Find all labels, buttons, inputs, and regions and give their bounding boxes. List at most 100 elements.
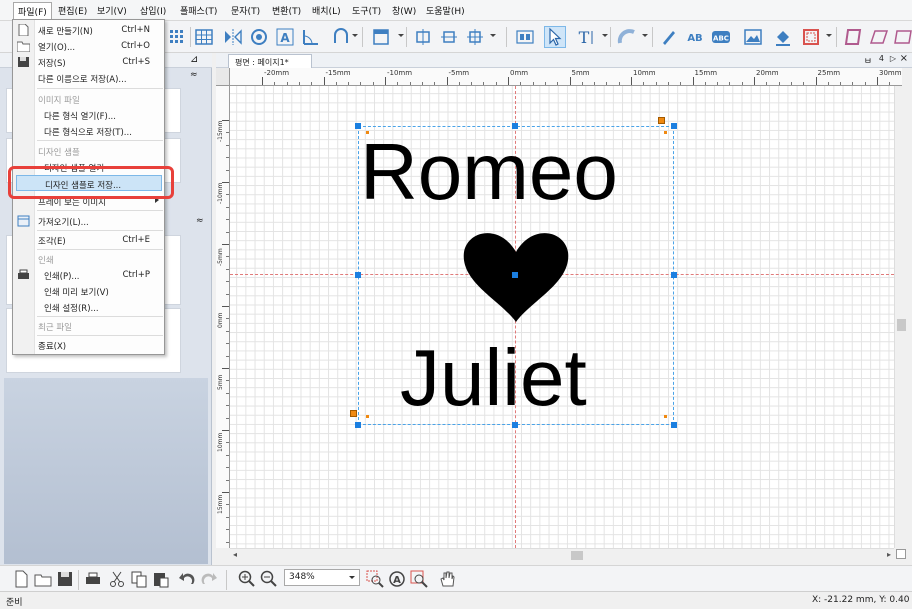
rotate-handle-top[interactable] [658,117,665,124]
group-icon[interactable] [514,26,536,48]
arc-text-icon[interactable] [616,26,638,48]
menu-group-print: 인쇄 [38,256,54,266]
shape-rect-icon[interactable] [842,26,864,48]
ruler-tick [323,77,325,85]
resize-handle-br[interactable] [671,422,677,428]
grid-dots-icon[interactable] [166,26,188,48]
align-center-icon[interactable] [412,26,434,48]
cut-icon[interactable] [106,568,128,590]
zoom-selection-icon[interactable] [364,568,386,590]
rotate-handle-bottom[interactable] [350,410,357,417]
menu-window[interactable]: 창(W) [392,4,416,17]
text-frame-icon[interactable]: A [274,26,296,48]
ruler-label: 25mm [817,69,841,77]
shape-skew-icon[interactable] [868,26,890,48]
design-canvas[interactable]: Romeo Juliet [230,86,894,548]
menu-item-open-other-format[interactable]: 다른 형식 열기(F)... [13,107,164,123]
print-icon[interactable] [82,568,104,590]
zoom-page-icon[interactable] [408,568,430,590]
undo-icon[interactable] [176,568,198,590]
outline-text-icon[interactable]: AB [684,26,706,48]
resize-handle-tc[interactable] [512,123,518,129]
ruler-tick [877,77,878,85]
ruler-tick [508,77,509,85]
menu-item-carve[interactable]: 조각(E) Ctrl+E [13,232,164,248]
tab-close-icon[interactable]: × [900,53,908,64]
resize-handle-ml[interactable] [355,272,361,278]
menu-item-print-preview[interactable]: 인쇄 미리 보기(V) [13,283,164,299]
zoom-text-icon[interactable]: A [386,568,408,590]
menu-item-save[interactable]: 저장(S) Ctrl+S [13,54,164,70]
menu-item-print[interactable]: 인쇄(P)... Ctrl+P [13,267,164,283]
anchor-dot [366,415,369,418]
align-all-icon[interactable] [464,26,486,48]
text-effect-icon[interactable]: ABC [710,26,732,48]
menu-item-exit[interactable]: 종료(X) [13,337,164,353]
menu-help[interactable]: 도움말(H) [426,4,465,17]
zoom-level-select[interactable]: 348% [284,569,360,586]
vertical-scroll-thumb[interactable] [897,319,906,331]
layout-icon[interactable] [370,26,392,48]
angle-icon[interactable] [300,26,322,48]
scroll-right-icon[interactable]: ▸ [887,550,891,559]
resize-handle-bc[interactable] [512,422,518,428]
collapse-icon-2[interactable]: ≈ [196,216,204,226]
scroll-left-icon[interactable]: ◂ [233,550,237,559]
ruler-tick [222,306,229,307]
tab-page1[interactable]: 평면 : 페이지1* [228,54,312,68]
menu-item-open[interactable]: 열기(O)... Ctrl+O [13,38,164,54]
border-icon[interactable] [800,26,822,48]
tab-prev-icon[interactable]: 4 [879,54,884,63]
panel-empty-area [4,378,208,564]
pin-icon[interactable]: ⊿ [190,54,198,65]
menu-edit[interactable]: 편집(E) [58,4,87,17]
redo-icon[interactable] [198,568,220,590]
menu-arrange[interactable]: 배치(L) [312,4,341,17]
menu-item-new[interactable]: 새로 만들기(N) Ctrl+N [13,22,164,38]
zoom-in-icon[interactable] [236,568,258,590]
collapse-icon[interactable]: ≈ [190,70,198,80]
resize-handle-mr[interactable] [671,272,677,278]
tab-menu-icon[interactable]: ㅂ [864,54,872,67]
resize-handle-tl[interactable] [355,123,361,129]
mirror-icon[interactable] [222,26,244,48]
horizontal-scrollbar[interactable]: ◂ ▸ [230,548,894,562]
horizontal-scroll-thumb[interactable] [571,551,583,560]
copy-icon[interactable] [128,568,150,590]
circle-text-icon[interactable] [248,26,270,48]
menu-item-import[interactable]: 가져오기(L)... [13,213,164,229]
open-folder-icon[interactable] [32,568,54,590]
fill-icon[interactable] [772,26,794,48]
image-icon[interactable] [742,26,764,48]
vertical-scrollbar[interactable] [894,86,908,548]
menu-item-save-other-format[interactable]: 다른 형식으로 저장(T)... [13,123,164,139]
distribute-icon[interactable] [438,26,460,48]
new-file-icon[interactable] [10,568,32,590]
menu-tools[interactable]: 도구(T) [352,4,381,17]
svg-text:AB: AB [687,33,702,44]
menu-file[interactable]: 파일(F) [13,2,52,19]
ruler-tick [569,77,571,85]
resize-handle-center[interactable] [512,272,518,278]
save-icon[interactable] [54,568,76,590]
resize-handle-bl[interactable] [355,422,361,428]
text-tool-icon[interactable]: T [574,26,596,48]
pan-hand-icon[interactable] [436,568,458,590]
menu-insert[interactable]: 삽입(I) [140,4,166,17]
menu-item-print-setup[interactable]: 인쇄 설정(R)... [13,299,164,315]
menu-item-save-as[interactable]: 다른 이름으로 저장(A)... [13,70,164,86]
paste-icon[interactable] [150,568,172,590]
table-icon[interactable] [193,26,215,48]
brush-icon[interactable] [658,26,680,48]
zoom-out-icon[interactable] [258,568,280,590]
select-pointer-icon[interactable] [544,26,566,48]
menu-view[interactable]: 보기(V) [97,4,127,17]
shape-para-icon[interactable] [892,26,912,48]
menu-path[interactable]: 폴패스(T) [180,4,217,17]
ruler-label: -10mm [217,182,224,205]
menu-text[interactable]: 문자(T) [231,4,260,17]
shape-icon[interactable] [330,26,352,48]
tab-next-icon[interactable]: ▷ [890,54,896,63]
resize-handle-tr[interactable] [671,123,677,129]
menu-transform[interactable]: 변환(T) [272,4,301,17]
